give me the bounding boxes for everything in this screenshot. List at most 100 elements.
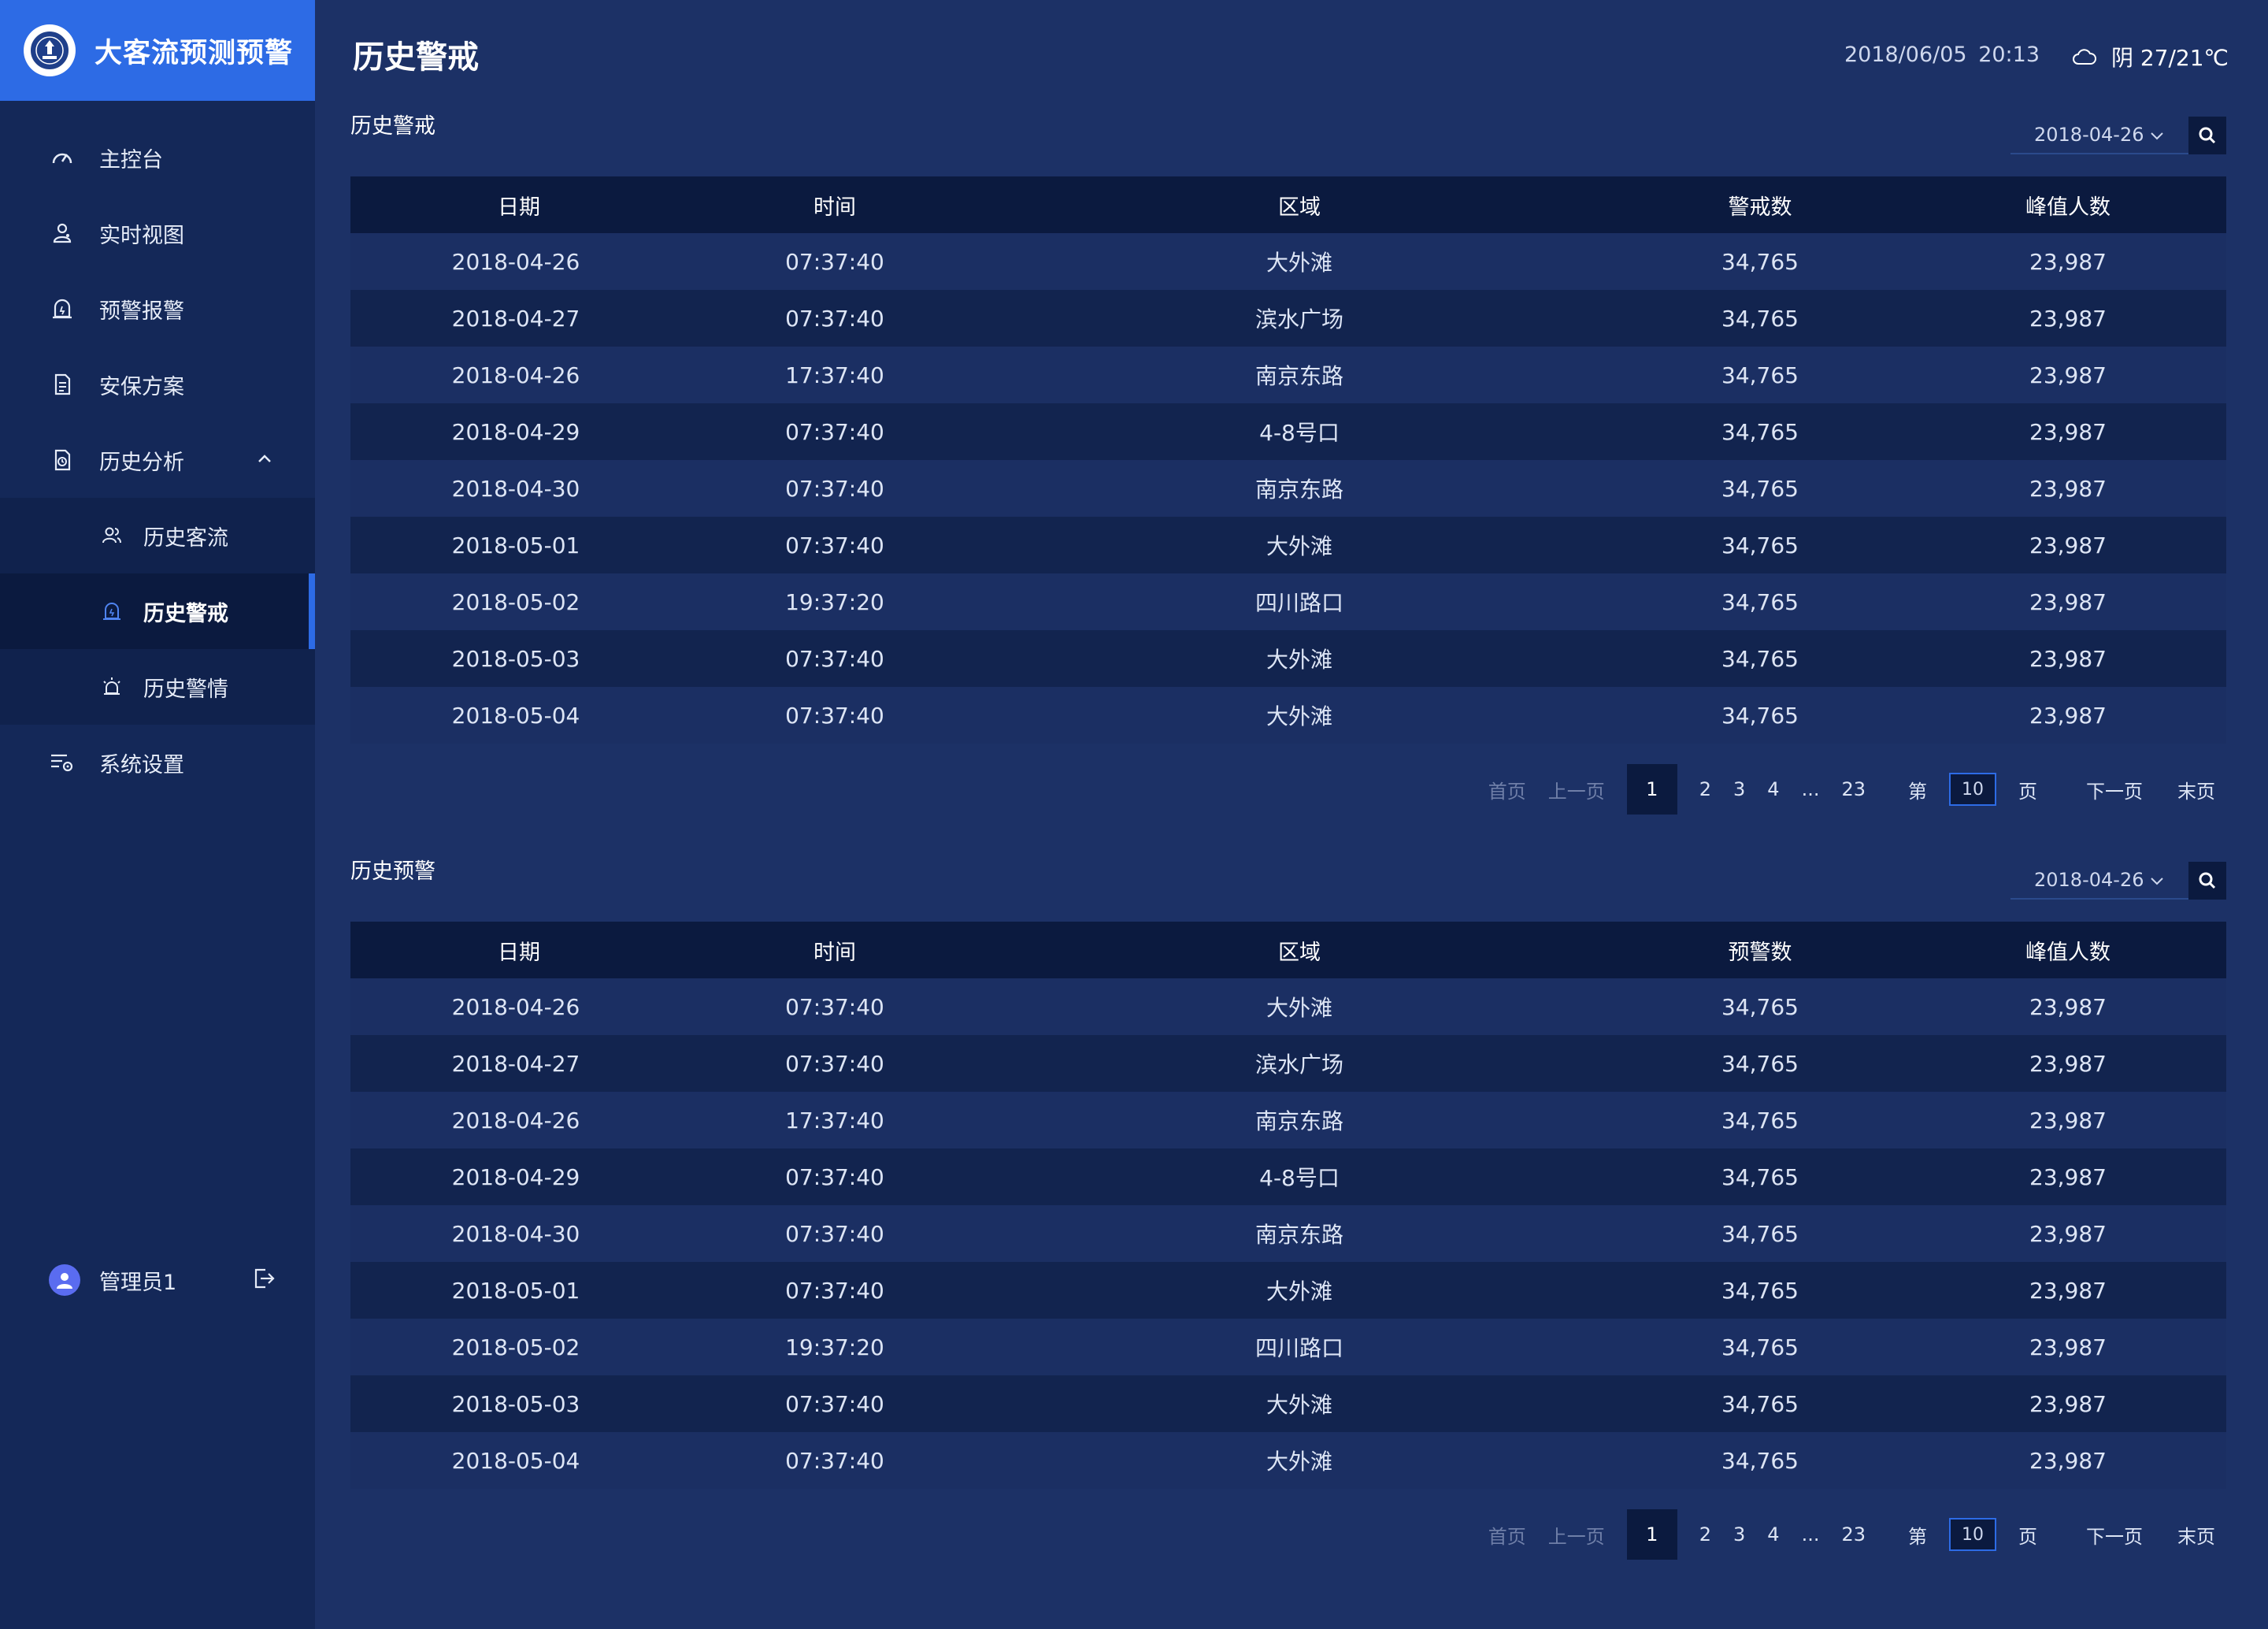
cell-count: 34,765 [1721,1050,1799,1077]
cell-area: 4-8号口 [1259,1165,1340,1191]
current-time: 20:13 [1978,43,2040,67]
page-number[interactable]: 1 [1626,764,1677,814]
table-row[interactable]: 2018-05-01 07:37:40 大外滩 34,765 23,987 [350,1262,2226,1319]
nav-label: 主控台 [99,147,163,173]
next-page-link[interactable]: 下一页 [2086,776,2143,803]
cell-peak: 23,987 [2029,645,2107,672]
chevron-down-icon [2150,124,2164,146]
history-warning-table: 日期 时间 区域 预警数 峰值人数 2018-04-26 07:37:40 大外滩 3… [350,922,2226,1489]
page-number[interactable]: 3 [1733,778,1745,800]
table-row[interactable]: 2018-05-03 07:37:40 大外滩 34,765 23,987 [350,1375,2226,1432]
cell-peak: 23,987 [2029,362,2107,388]
date-select-value: 2018-04-26 [2034,124,2144,146]
page-number[interactable]: 23 [1841,1523,1866,1546]
table-row[interactable]: 2018-05-02 19:37:20 四川路口 34,765 23,987 [350,573,2226,630]
top-bar: 历史警戒 2018/06/05 20:13 阴 27/21℃ [353,32,2229,76]
page-ellipsis: ... [1801,778,1820,800]
prev-page-link[interactable]: 上一页 [1548,776,1605,803]
table-row[interactable]: 2018-05-04 07:37:40 大外滩 34,765 23,987 [350,687,2226,744]
sidebar-item-history-alert[interactable]: 历史警戒 [0,573,315,649]
table-row[interactable]: 2018-05-02 19:37:20 四川路口 34,765 23,987 [350,1319,2226,1375]
table-row[interactable]: 2018-04-30 07:37:40 南京东路 34,765 23,987 [350,1205,2226,1262]
table-header: 日期 时间 区域 预警数 峰值人数 [350,922,2226,978]
nav-label: 历史分析 [99,450,184,475]
cell-area: 大外滩 [1266,1278,1332,1304]
nav-item-history-analysis[interactable]: 历史分析 [0,422,315,498]
table-row[interactable]: 2018-04-27 07:37:40 滨水广场 34,765 23,987 [350,1035,2226,1092]
cell-count: 34,765 [1721,993,1799,1020]
chevron-up-icon[interactable] [255,449,274,473]
cell-peak: 23,987 [2029,532,2107,558]
cell-date: 2018-05-02 [451,588,580,615]
logout-icon[interactable] [252,1267,276,1296]
table-header: 日期 时间 区域 警戒数 峰值人数 [350,176,2226,233]
search-button[interactable] [2188,117,2226,154]
date-select[interactable]: 2018-04-26 [2010,117,2188,154]
table-row[interactable]: 2018-05-01 07:37:40 大外滩 34,765 23,987 [350,517,2226,573]
nav-item-dashboard[interactable]: 主控台 [0,120,315,195]
goto-page-input[interactable] [1949,773,1996,806]
nav-item-security-plan[interactable]: 安保方案 [0,347,315,422]
weather-widget: 阴 27/21℃ [2072,41,2229,72]
table-row[interactable]: 2018-04-26 07:37:40 大外滩 34,765 23,987 [350,233,2226,290]
user-name: 管理员1 [99,1270,177,1295]
cell-time: 07:37:40 [785,1390,884,1417]
search-button[interactable] [2188,862,2226,900]
nav-item-alarm[interactable]: 预警报警 [0,271,315,347]
main-nav: 主控台 实时视图 预警报警 安保方案 历史分析 [0,120,315,498]
dashboard-icon [49,144,76,171]
prev-page-link[interactable]: 上一页 [1548,1521,1605,1549]
cell-time: 07:37:40 [785,1163,884,1190]
cell-count: 34,765 [1721,1334,1799,1360]
cell-peak: 23,987 [2029,993,2107,1020]
nav-item-realtime[interactable]: 实时视图 [0,195,315,271]
page-number[interactable]: 4 [1767,1523,1779,1546]
app-root: 大客流预测预警 主控台 实时视图 预警报警 安保方案 历史分析 历史客流 历史警… [0,0,2268,1629]
last-page-link[interactable]: 末页 [2177,776,2215,803]
next-page-link[interactable]: 下一页 [2086,1521,2143,1549]
siren-icon [99,674,124,699]
first-page-link[interactable]: 首页 [1488,776,1526,803]
table-row[interactable]: 2018-04-27 07:37:40 滨水广场 34,765 23,987 [350,290,2226,347]
column-header: 区域 [1278,940,1321,965]
sidebar-item-history-incident[interactable]: 历史警情 [0,649,315,725]
cell-time: 07:37:40 [785,305,884,332]
goto-page-input[interactable] [1949,1518,1996,1551]
page-number[interactable]: 2 [1699,1523,1711,1546]
table-row[interactable]: 2018-04-29 07:37:40 4-8号口 34,765 23,987 [350,1148,2226,1205]
first-page-link[interactable]: 首页 [1488,1521,1526,1549]
nav-item-settings[interactable]: 系统设置 [0,725,315,800]
date-select[interactable]: 2018-04-26 [2010,862,2188,900]
table-row[interactable]: 2018-05-04 07:37:40 大外滩 34,765 23,987 [350,1432,2226,1489]
cell-time: 07:37:40 [785,1050,884,1077]
page-number[interactable]: 1 [1626,1509,1677,1560]
date-select-value: 2018-04-26 [2034,869,2144,891]
sidebar-item-history-flow[interactable]: 历史客流 [0,498,315,573]
page-number[interactable]: 4 [1767,778,1779,800]
cell-date: 2018-05-03 [451,645,580,672]
table-row[interactable]: 2018-04-30 07:37:40 南京东路 34,765 23,987 [350,460,2226,517]
cell-peak: 23,987 [2029,475,2107,502]
cell-area: 大外滩 [1266,250,1332,276]
cell-time: 17:37:40 [785,362,884,388]
main-content: 历史警戒 2018/06/05 20:13 阴 27/21℃ 历史警戒 2018… [315,0,2268,1629]
page-number[interactable]: 3 [1733,1523,1745,1546]
app-title: 大客流预测预警 [94,37,294,69]
cell-peak: 23,987 [2029,1220,2107,1247]
table-row[interactable]: 2018-04-29 07:37:40 4-8号口 34,765 23,987 [350,403,2226,460]
page-ellipsis: ... [1801,1523,1820,1546]
table-row[interactable]: 2018-04-26 07:37:40 大外滩 34,765 23,987 [350,978,2226,1035]
column-header: 时间 [813,195,856,220]
last-page-link[interactable]: 末页 [2177,1521,2215,1549]
cell-area: 大外滩 [1266,1449,1332,1475]
cell-date: 2018-04-26 [451,362,580,388]
alarm-icon [99,599,124,624]
table-row[interactable]: 2018-05-03 07:37:40 大外滩 34,765 23,987 [350,630,2226,687]
page-number[interactable]: 23 [1841,778,1866,800]
table-row[interactable]: 2018-04-26 17:37:40 南京东路 34,765 23,987 [350,347,2226,403]
cell-date: 2018-04-29 [451,418,580,445]
avatar[interactable] [49,1264,80,1296]
page-title: 历史警戒 [353,39,479,76]
page-number[interactable]: 2 [1699,778,1711,800]
table-row[interactable]: 2018-04-26 17:37:40 南京东路 34,765 23,987 [350,1092,2226,1148]
